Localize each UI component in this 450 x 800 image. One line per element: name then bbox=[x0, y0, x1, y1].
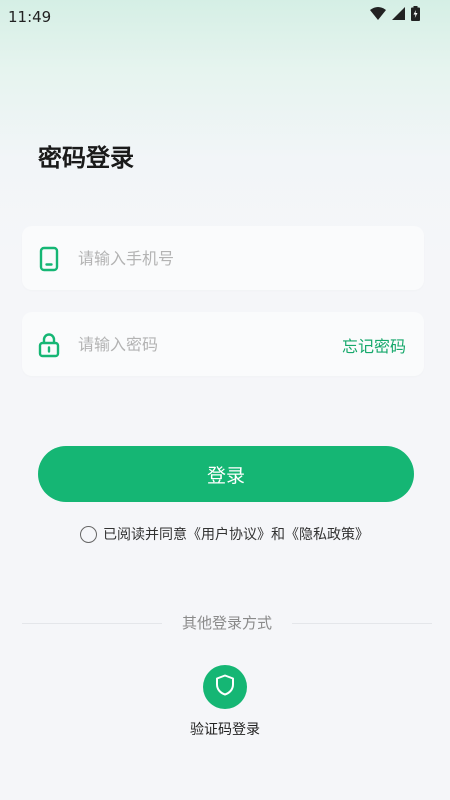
phone-icon bbox=[36, 246, 62, 272]
privacy-policy-link[interactable]: 《隐私政策》 bbox=[285, 524, 369, 544]
divider-line-right bbox=[292, 623, 432, 624]
sms-login-button[interactable]: 验证码登录 bbox=[185, 665, 265, 739]
page-title: 密码登录 bbox=[38, 144, 134, 172]
password-field[interactable]: 忘记密码 bbox=[22, 312, 424, 376]
wifi-icon bbox=[370, 7, 386, 20]
status-bar: 11:49 bbox=[0, 0, 450, 34]
sms-login-circle[interactable] bbox=[203, 665, 247, 709]
lock-icon bbox=[36, 332, 62, 358]
forgot-password-link[interactable]: 忘记密码 bbox=[342, 333, 406, 357]
password-input[interactable] bbox=[78, 312, 318, 376]
phone-input[interactable] bbox=[78, 226, 318, 290]
user-agreement-link[interactable]: 《用户协议》 bbox=[187, 524, 271, 544]
login-button[interactable]: 登录 bbox=[38, 446, 414, 502]
phone-field[interactable] bbox=[22, 226, 424, 290]
agreement-conjunction: 和 bbox=[271, 527, 285, 543]
agreement-row: 已阅读并同意 《用户协议》 和 《隐私政策》 bbox=[80, 524, 369, 544]
signal-icon bbox=[392, 7, 405, 20]
agreement-prefix: 已阅读并同意 bbox=[103, 527, 187, 543]
sms-login-label: 验证码登录 bbox=[190, 722, 260, 738]
other-login-divider: 其他登录方式 bbox=[22, 612, 432, 636]
status-icons bbox=[370, 6, 420, 21]
shield-icon bbox=[213, 673, 237, 701]
agreement-checkbox[interactable] bbox=[80, 525, 97, 543]
status-time: 11:49 bbox=[8, 8, 52, 26]
battery-icon bbox=[411, 6, 420, 21]
